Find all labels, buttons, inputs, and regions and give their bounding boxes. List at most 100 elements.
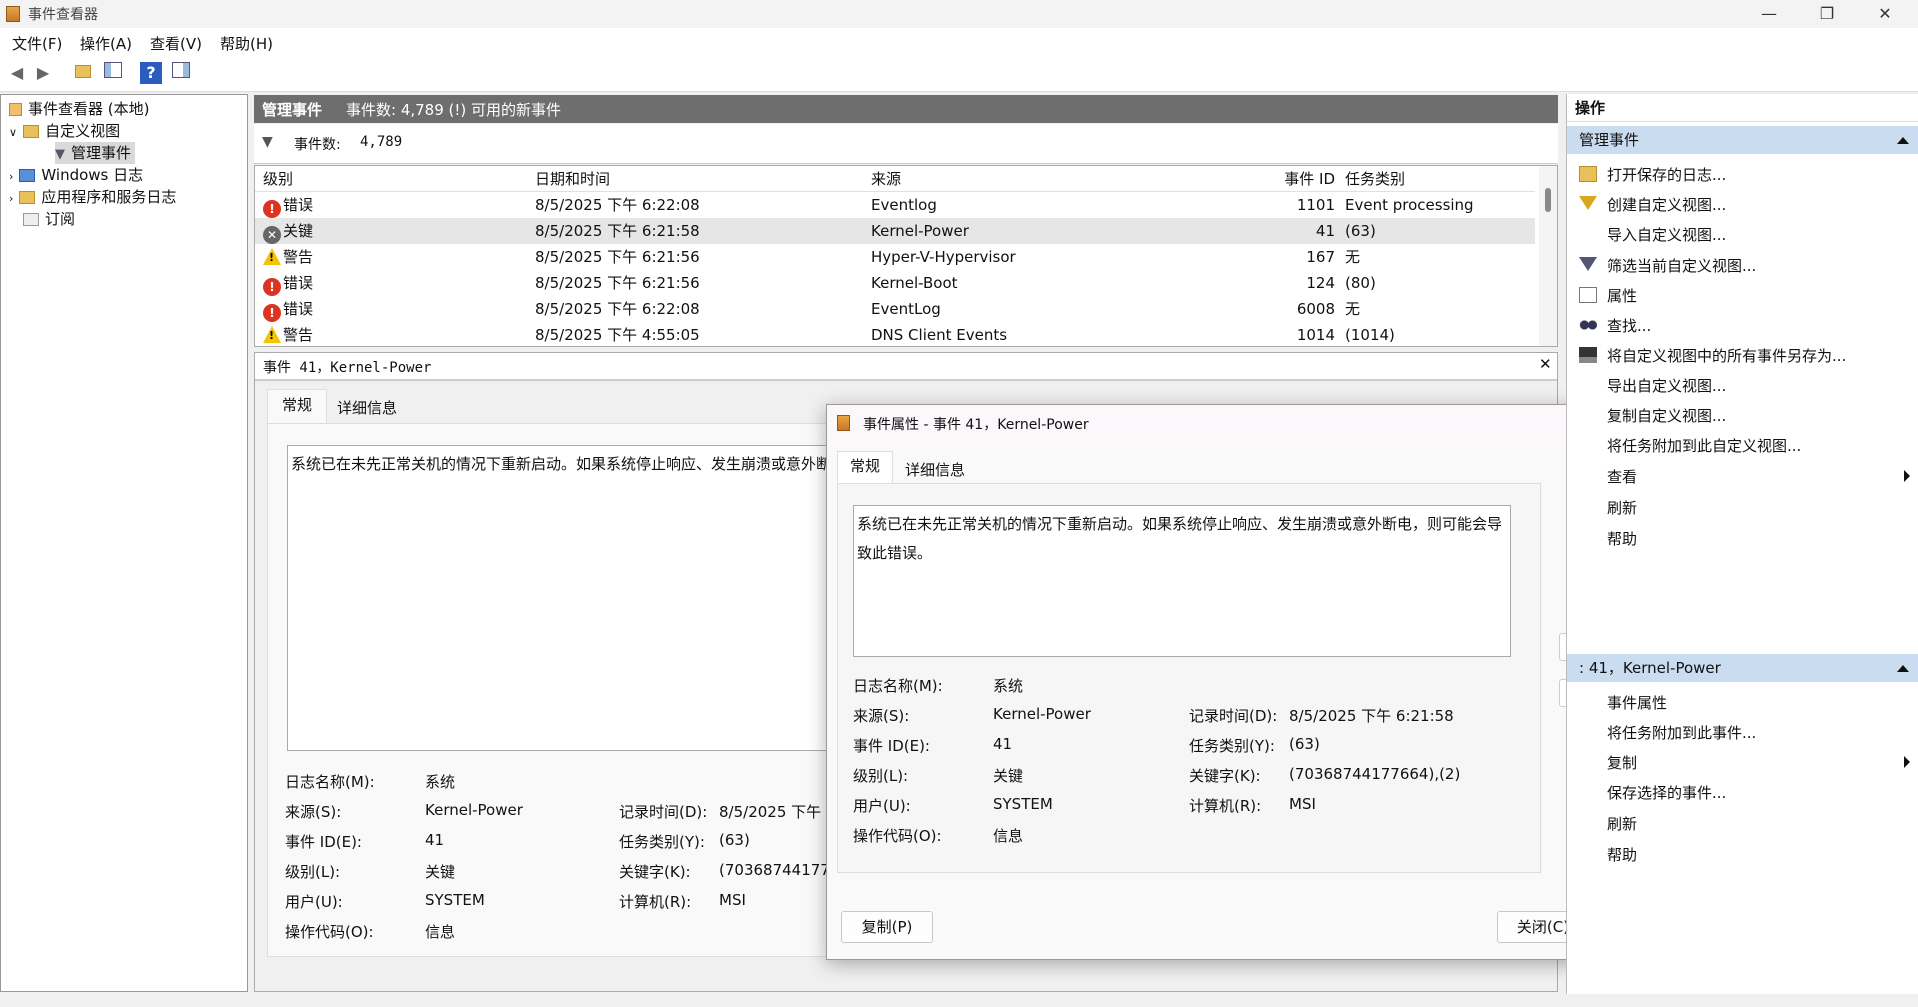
cell-task: Event processing bbox=[1345, 196, 1474, 214]
menu-action[interactable]: 操作(A) bbox=[80, 33, 132, 54]
event-viewer-app-icon bbox=[6, 6, 20, 22]
cell-level: ! 错误 bbox=[263, 270, 313, 296]
dialog-title: 事件属性 - 事件 41，Kernel-Power bbox=[863, 417, 1089, 433]
warning-icon: ! bbox=[263, 326, 281, 343]
dialog-tab-details[interactable]: 详细信息 bbox=[905, 459, 965, 480]
dialog-event-message[interactable]: 系统已在未先正常关机的情况下重新启动。如果系统停止响应、发生崩溃或意外断电，则可… bbox=[853, 505, 1511, 657]
col-source[interactable]: 来源 bbox=[871, 166, 901, 192]
action-item[interactable]: 属性 bbox=[1607, 285, 1637, 306]
back-icon[interactable]: ◀ bbox=[6, 62, 28, 84]
chevron-right-icon[interactable]: › bbox=[9, 192, 13, 205]
action-item[interactable]: 筛选当前自定义视图... bbox=[1607, 255, 1756, 276]
show-hide-actions-icon[interactable] bbox=[170, 62, 192, 84]
action-item[interactable]: 刷新 bbox=[1607, 813, 1637, 834]
action-item[interactable]: 将任务附加到此事件... bbox=[1607, 722, 1756, 743]
tree-item-app-service-logs[interactable]: › 应用程序和服务日志 bbox=[9, 186, 176, 208]
tree-item-custom-views[interactable]: ∨ 自定义视图 bbox=[9, 120, 120, 142]
cell-id: 41 bbox=[1315, 222, 1335, 240]
level-label: 级别(L): bbox=[285, 863, 341, 881]
action-item[interactable]: 复制自定义视图... bbox=[1607, 405, 1726, 426]
dialog-log-name-value: 系统 bbox=[993, 677, 1024, 695]
dialog-log-name-label: 日志名称(M): bbox=[853, 677, 943, 695]
tree-item-windows-logs[interactable]: › Windows 日志 bbox=[9, 164, 143, 186]
status-bar bbox=[0, 994, 1918, 1007]
table-row[interactable]: ! 警告 8/5/2025 下午 4:55:05 DNS Client Events 1… bbox=[255, 322, 1535, 346]
show-hide-tree-icon[interactable] bbox=[102, 62, 124, 84]
tree-item-root[interactable]: 事件查看器 (本地) bbox=[9, 98, 149, 120]
filter-icon bbox=[1579, 257, 1597, 271]
dialog-task-label: 任务类别(Y): bbox=[1189, 737, 1275, 755]
cell-task: (1014) bbox=[1345, 326, 1395, 344]
chevron-down-icon[interactable]: ∨ bbox=[9, 126, 17, 139]
logged-value: 8/5/2025 下午 6 bbox=[719, 803, 836, 821]
actions-section-event[interactable]: : 41，Kernel-Power bbox=[1567, 654, 1918, 682]
table-row[interactable]: ! 警告 8/5/2025 下午 6:21:56 Hyper-V-Hypervisor… bbox=[255, 244, 1535, 270]
dialog-tab-general[interactable]: 常规 bbox=[837, 451, 893, 483]
action-item[interactable]: 查看 bbox=[1607, 466, 1637, 487]
tree-item-subscriptions[interactable]: 订阅 bbox=[23, 208, 75, 230]
help-icon[interactable]: ? bbox=[140, 62, 162, 84]
tree-item-admin-events[interactable]: ▼ 管理事件 bbox=[55, 142, 136, 164]
col-event-id[interactable]: 事件 ID bbox=[1255, 166, 1335, 192]
up-folder-icon[interactable] bbox=[72, 62, 94, 84]
cell-datetime: 8/5/2025 下午 6:22:08 bbox=[535, 300, 700, 318]
log-name-value: 系统 bbox=[425, 773, 456, 791]
properties-icon bbox=[1579, 287, 1597, 303]
cell-datetime: 8/5/2025 下午 6:22:08 bbox=[535, 196, 700, 214]
action-item[interactable]: 帮助 bbox=[1607, 528, 1637, 549]
action-item[interactable]: 刷新 bbox=[1607, 497, 1637, 518]
tab-general[interactable]: 常规 bbox=[267, 389, 327, 423]
table-row[interactable]: ! 错误 8/5/2025 下午 6:22:08 EventLog 6008 无 bbox=[255, 296, 1535, 322]
copy-button[interactable]: 复制(P) bbox=[841, 911, 933, 943]
event-viewer-icon bbox=[837, 415, 850, 431]
close-window-button[interactable]: ✕ bbox=[1862, 0, 1908, 28]
task-label: 任务类别(Y): bbox=[619, 833, 705, 851]
minimize-button[interactable]: — bbox=[1746, 0, 1792, 28]
table-row[interactable]: ! 错误 8/5/2025 下午 6:21:56 Kernel-Boot 124 (80) bbox=[255, 270, 1535, 296]
menu-help[interactable]: 帮助(H) bbox=[220, 33, 273, 54]
close-details-icon[interactable]: ✕ bbox=[1539, 355, 1552, 373]
error-icon: ! bbox=[263, 200, 281, 218]
cell-source: Eventlog bbox=[871, 196, 937, 214]
chevron-right-icon[interactable]: › bbox=[9, 170, 13, 183]
action-item[interactable]: 导入自定义视图... bbox=[1607, 224, 1726, 245]
col-datetime[interactable]: 日期和时间 bbox=[535, 166, 610, 192]
cell-task: (80) bbox=[1345, 274, 1376, 292]
table-row[interactable]: ! 错误 8/5/2025 下午 6:22:08 Eventlog 1101 Event … bbox=[255, 192, 1535, 218]
cell-datetime: 8/5/2025 下午 6:21:56 bbox=[535, 274, 700, 292]
cell-level: ! 警告 bbox=[263, 322, 313, 346]
action-item[interactable]: 保存选择的事件... bbox=[1607, 782, 1726, 803]
action-item[interactable]: 将自定义视图中的所有事件另存为... bbox=[1607, 345, 1846, 366]
collapse-icon[interactable] bbox=[1897, 665, 1909, 672]
cell-source: EventLog bbox=[871, 300, 941, 318]
action-item[interactable]: 导出自定义视图... bbox=[1607, 375, 1726, 396]
dialog-level-value: 关键 bbox=[993, 767, 1024, 785]
grid-scrollbar[interactable] bbox=[1539, 166, 1557, 346]
action-item[interactable]: 帮助 bbox=[1607, 844, 1637, 865]
table-row[interactable]: ✕ 关键 8/5/2025 下午 6:21:58 Kernel-Power 41 (63) bbox=[255, 218, 1535, 244]
forward-icon[interactable]: ▶ bbox=[32, 62, 54, 84]
action-item[interactable]: 将任务附加到此自定义视图... bbox=[1607, 435, 1801, 456]
source-label: 来源(S): bbox=[285, 803, 342, 821]
action-item[interactable]: 查找... bbox=[1607, 315, 1651, 336]
action-item[interactable]: 创建自定义视图... bbox=[1607, 194, 1726, 215]
cell-source: Kernel-Boot bbox=[871, 274, 958, 292]
scrollbar-thumb[interactable] bbox=[1545, 188, 1551, 212]
dialog-opcode-label: 操作代码(O): bbox=[853, 827, 942, 845]
col-task[interactable]: 任务类别 bbox=[1345, 166, 1405, 192]
details-title: 事件 41，Kernel-Power bbox=[263, 360, 432, 376]
cell-datetime: 8/5/2025 下午 4:55:05 bbox=[535, 326, 700, 344]
collapse-icon[interactable] bbox=[1897, 137, 1909, 144]
dialog-task-value: (63) bbox=[1289, 735, 1320, 753]
action-item[interactable]: 事件属性 bbox=[1607, 692, 1667, 713]
dialog-event-id-value: 41 bbox=[993, 735, 1013, 753]
action-item[interactable]: 复制 bbox=[1607, 752, 1637, 773]
tab-details[interactable]: 详细信息 bbox=[337, 397, 397, 418]
actions-section-admin-events[interactable]: 管理事件 bbox=[1567, 126, 1918, 154]
restore-button[interactable]: ❐ bbox=[1804, 0, 1850, 28]
action-item[interactable]: 打开保存的日志... bbox=[1607, 164, 1726, 185]
cell-datetime: 8/5/2025 下午 6:21:56 bbox=[535, 248, 700, 266]
menu-view[interactable]: 查看(V) bbox=[150, 33, 202, 54]
col-level[interactable]: 级别 bbox=[263, 166, 293, 192]
menu-file[interactable]: 文件(F) bbox=[12, 33, 62, 54]
